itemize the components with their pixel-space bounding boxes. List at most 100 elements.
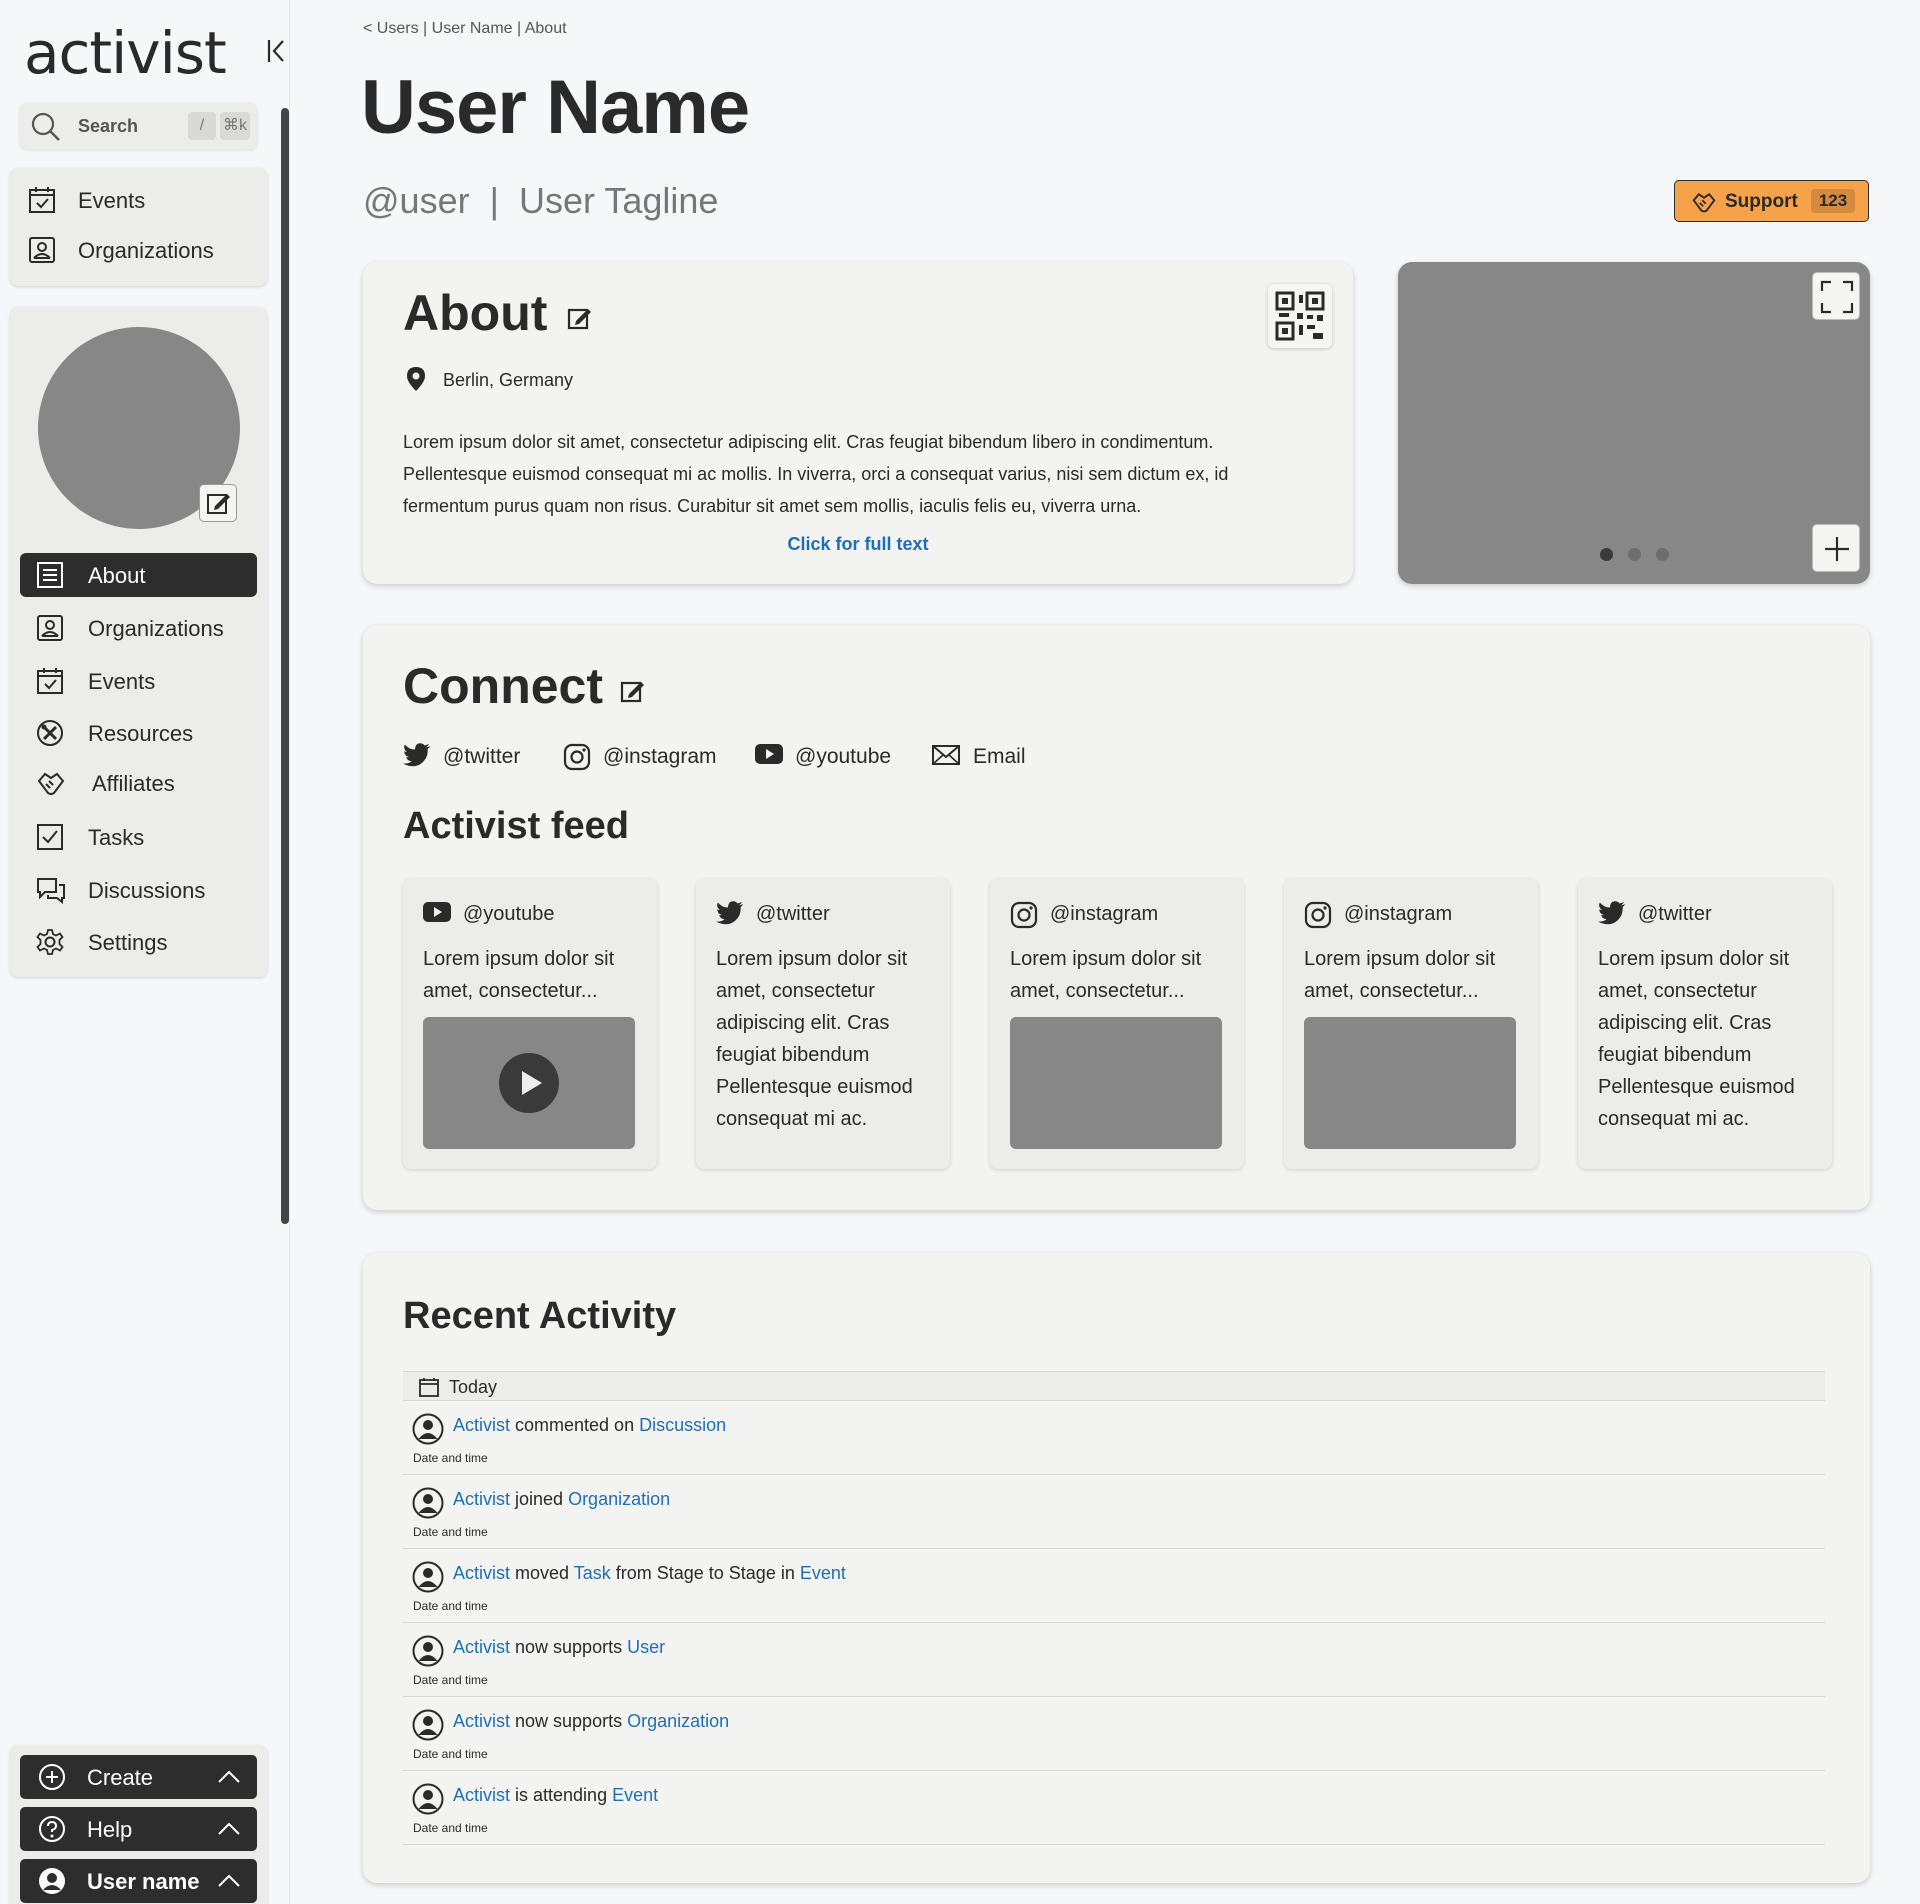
edit-about-icon[interactable]: [566, 304, 594, 332]
sidebar-item-resources[interactable]: Resources: [20, 711, 257, 755]
sidebar-item-label: Organizations: [78, 238, 214, 263]
chevron-up-icon: [217, 1871, 241, 1891]
activity-actor-link[interactable]: Activist: [453, 1785, 510, 1805]
activity-target-link[interactable]: Organization: [568, 1489, 670, 1509]
fullscreen-button[interactable]: [1812, 272, 1860, 320]
social-link-label: @youtube: [795, 745, 892, 768]
activity-actor-link[interactable]: Activist: [453, 1489, 510, 1509]
chat-bubbles-icon: [36, 876, 65, 904]
add-media-button[interactable]: [1812, 524, 1860, 572]
sidebar-item-label: About: [88, 563, 146, 588]
carousel-dot[interactable]: [1600, 548, 1613, 561]
social-link-email[interactable]: Email: [931, 741, 1041, 773]
plus-icon: [1822, 534, 1852, 564]
chevron-up-icon: [217, 1819, 241, 1839]
collapse-sidebar-icon[interactable]: [265, 34, 291, 68]
day-label: Today: [449, 1377, 498, 1397]
feed-card[interactable]: @instagram Lorem ipsum dolor sit amet, c…: [990, 879, 1244, 1169]
social-link-twitter[interactable]: @twitter: [403, 741, 533, 773]
handshake-icon: [36, 769, 65, 797]
activity-actor-link[interactable]: Activist: [453, 1415, 510, 1435]
youtube-icon: [755, 743, 783, 765]
feed-card[interactable]: @instagram Lorem ipsum dolor sit amet, c…: [1284, 879, 1538, 1169]
document-lines-icon: [36, 561, 64, 589]
breadcrumb-user[interactable]: User Name: [432, 20, 513, 37]
activity-verb: is attending: [510, 1785, 613, 1805]
sidebar-item-discussions[interactable]: Discussions: [20, 868, 257, 912]
activity-text: Activist commented on Discussion: [453, 1415, 726, 1436]
activity-target-link[interactable]: Task: [574, 1563, 611, 1583]
activity-date: Date and time: [413, 1599, 488, 1613]
activity-date: Date and time: [413, 1821, 488, 1835]
activity-row: Activist is attending Event Date and tim…: [403, 1771, 1825, 1845]
feed-title: Activist feed: [403, 805, 629, 847]
sidebar-item-organizations[interactable]: Organizations: [20, 606, 257, 650]
activity-actor-link[interactable]: Activist: [453, 1563, 510, 1583]
user-menu-button[interactable]: User name: [20, 1859, 257, 1903]
activity-target-link[interactable]: Event: [800, 1563, 846, 1583]
activity-row: Activist now supports Organization Date …: [403, 1697, 1825, 1771]
social-link-label: Email: [973, 745, 1026, 768]
activity-target-link[interactable]: Organization: [627, 1711, 729, 1731]
subtitle-divider: |: [489, 180, 499, 221]
user-circle-icon: [412, 1413, 444, 1445]
organization-icon: [36, 614, 64, 642]
carousel-dot[interactable]: [1628, 548, 1641, 561]
activity-text: Activist is attending Event: [453, 1785, 658, 1806]
instagram-icon: [1304, 901, 1332, 929]
breadcrumb-back[interactable]: <: [363, 20, 372, 37]
sidebar-item-tasks[interactable]: Tasks: [20, 815, 257, 859]
activity-actor-link[interactable]: Activist: [453, 1637, 510, 1657]
edit-connect-icon[interactable]: [619, 677, 647, 705]
play-button[interactable]: [499, 1053, 559, 1113]
chevron-up-icon: [217, 1767, 241, 1787]
carousel-dot[interactable]: [1656, 548, 1669, 561]
edit-avatar-button[interactable]: [199, 484, 237, 522]
sidebar-item-events[interactable]: Events: [20, 659, 257, 703]
sidebar-item-organizations[interactable]: Organizations: [14, 228, 251, 272]
sidebar-item-affiliates[interactable]: Affiliates: [20, 761, 257, 805]
user-circle-icon: [412, 1561, 444, 1593]
feed-card[interactable]: @youtube Lorem ipsum dolor sit amet, con…: [403, 879, 657, 1169]
breadcrumb-users[interactable]: Users: [377, 20, 419, 37]
activity-target-link[interactable]: Event: [612, 1785, 658, 1805]
sidebar-scrollbar-thumb[interactable]: [281, 108, 289, 1224]
activity-actor-link[interactable]: Activist: [453, 1711, 510, 1731]
social-links: @twitter @instagram @youtube Email: [403, 741, 1303, 777]
sidebar-item-events[interactable]: Events: [14, 178, 251, 222]
twitter-icon: [716, 901, 744, 925]
feed-card[interactable]: @twitter Lorem ipsum dolor sit amet, con…: [696, 879, 950, 1169]
activity-row: Activist now supports User Date and time: [403, 1623, 1825, 1697]
create-button[interactable]: Create: [20, 1755, 257, 1799]
qr-code-button[interactable]: [1268, 284, 1332, 348]
activity-target-link[interactable]: User: [627, 1637, 665, 1657]
feed-handle: @twitter: [756, 903, 830, 925]
social-link-instagram[interactable]: @instagram: [563, 741, 718, 773]
user-name-label: User name: [87, 1869, 200, 1894]
sidebar-item-about[interactable]: About: [20, 553, 257, 597]
sidebar-item-settings[interactable]: Settings: [20, 920, 257, 964]
user-circle-icon: [412, 1783, 444, 1815]
expand-icon: [1820, 280, 1854, 314]
question-circle-icon: [38, 1815, 66, 1843]
breadcrumb-about[interactable]: About: [525, 20, 567, 37]
qr-code-icon: [1275, 291, 1325, 341]
social-link-youtube[interactable]: @youtube: [755, 741, 895, 773]
search-input[interactable]: Search / ⌘k: [20, 103, 257, 149]
page-title: User Name: [361, 65, 750, 150]
support-button[interactable]: Support 123: [1674, 180, 1869, 222]
about-text: Lorem ipsum dolor sit amet, consectetur …: [403, 432, 1229, 516]
activity-target-link[interactable]: Discussion: [639, 1415, 726, 1435]
create-label: Create: [87, 1765, 154, 1790]
feed-card[interactable]: @twitter Lorem ipsum dolor sit amet, con…: [1578, 879, 1832, 1169]
profile-panel: About Organizations Events Resources Aff…: [10, 307, 267, 977]
help-button[interactable]: Help: [20, 1807, 257, 1851]
location-label: Berlin, Germany: [443, 370, 574, 390]
full-text-link[interactable]: Click for full text: [363, 534, 1353, 555]
user-subtitle: @user | User Tagline: [363, 180, 718, 222]
gear-icon: [36, 928, 64, 956]
activist-logo[interactable]: activist: [24, 18, 227, 88]
carousel-dots: [1600, 548, 1670, 562]
activity-row: Activist moved Task from Stage to Stage …: [403, 1549, 1825, 1623]
activity-row: Activist joined Organization Date and ti…: [403, 1475, 1825, 1549]
